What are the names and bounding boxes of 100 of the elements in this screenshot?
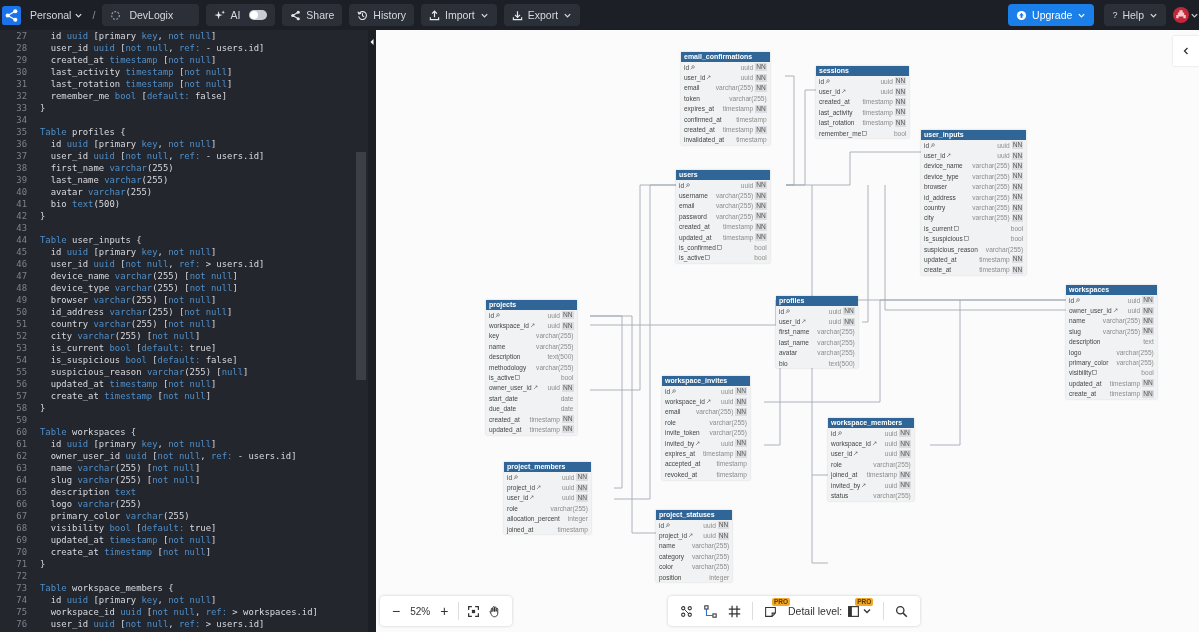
- line-number: 56: [15, 379, 27, 389]
- workspace-menu[interactable]: Personal: [28, 4, 86, 26]
- line-number: 59: [15, 415, 27, 425]
- search-icon[interactable]: [895, 604, 909, 618]
- code-line: device_name varchar(255) [not null]: [49, 271, 238, 281]
- code-line: last_rotation timestamp [not null]: [49, 79, 233, 89]
- code-line: id uuid [primary key, not null]: [49, 31, 217, 41]
- zoom-in-button[interactable]: +: [438, 603, 451, 619]
- breadcrumb-separator: /: [92, 9, 96, 21]
- auto-arrange-icon[interactable]: [680, 604, 693, 618]
- chevron-left-icon: [1181, 46, 1191, 56]
- code-line: is_suspicious bool [default: false]: [49, 355, 238, 365]
- line-number: 28: [15, 43, 27, 53]
- link-icon: [706, 75, 712, 81]
- table-card[interactable]: [662, 376, 750, 480]
- line-number: 46: [15, 259, 27, 269]
- code-line: user_id uuid [not null, ref: - users.id]: [49, 151, 265, 161]
- code-line: bio text(500): [49, 199, 121, 209]
- line-number: 70: [15, 547, 27, 557]
- code-line: Table profiles {: [40, 127, 126, 137]
- line-number: 65: [15, 487, 27, 497]
- line-number: 66: [15, 499, 27, 509]
- code-line: id uuid [primary key, not null]: [49, 595, 217, 605]
- table-card[interactable]: [921, 130, 1027, 276]
- zoom-out-button[interactable]: −: [390, 603, 403, 619]
- link-icon: [688, 533, 694, 539]
- detail-level-menu[interactable]: [847, 604, 873, 618]
- code-line: }: [40, 211, 46, 221]
- line-number: 43: [15, 223, 27, 233]
- link-icon: [841, 89, 847, 95]
- code-line: name varchar(255) [not null]: [49, 463, 201, 473]
- line-number: 34: [15, 115, 27, 125]
- line-number: 75: [15, 607, 27, 617]
- code-line: }: [40, 559, 46, 569]
- table-card[interactable]: [486, 300, 577, 435]
- line-number: 67: [15, 511, 27, 521]
- code-line: user_id uuid [not null, ref: > users.id]: [49, 619, 265, 629]
- sparkle-icon: [214, 9, 226, 21]
- code-line: avatar varchar(255): [49, 187, 153, 197]
- code-line: id uuid [primary key, not null]: [49, 439, 217, 449]
- line-number: 52: [15, 331, 27, 341]
- code-line: user_id uuid [not null, ref: > users.id]: [49, 259, 265, 269]
- ai-toggle[interactable]: [249, 10, 268, 20]
- caret-icon: [862, 606, 873, 616]
- table-icon: [847, 604, 861, 618]
- table-card[interactable]: [1066, 285, 1157, 399]
- code-line: updated_at timestamp [not null]: [49, 379, 217, 389]
- link-icon: [1112, 308, 1118, 314]
- line-number: 44: [15, 235, 27, 245]
- note-icon[interactable]: [764, 604, 777, 618]
- line-number: 39: [15, 175, 27, 185]
- share-button[interactable]: Share: [282, 4, 343, 26]
- export-button[interactable]: Export: [503, 4, 581, 26]
- spinner-icon: [110, 9, 122, 21]
- line-number: 51: [15, 319, 27, 329]
- line-number: 60: [15, 427, 27, 437]
- app-logo-icon[interactable]: [2, 5, 21, 25]
- link-icon: [861, 482, 867, 488]
- line-number: 72: [15, 571, 27, 581]
- help-button[interactable]: ? Help: [1104, 4, 1166, 26]
- code-line: browser varchar(255) [not null]: [49, 295, 217, 305]
- grid-icon[interactable]: [728, 604, 741, 618]
- history-button[interactable]: History: [349, 4, 414, 26]
- import-button[interactable]: Import: [421, 4, 497, 26]
- code-line: last_name varchar(255): [49, 175, 169, 185]
- link-icon: [695, 440, 701, 446]
- line-number: 27: [15, 31, 27, 41]
- line-number: 40: [15, 187, 27, 197]
- link-icon: [532, 385, 538, 391]
- code-line: visibility bool [default: true]: [49, 523, 217, 533]
- key-icon: [930, 142, 936, 148]
- line-number: 74: [15, 595, 27, 605]
- code-line: id_address varchar(255) [not null]: [49, 307, 233, 317]
- avatar-icon: [1173, 7, 1189, 23]
- line-number: 61: [15, 439, 27, 449]
- ai-button[interactable]: AI: [206, 4, 276, 26]
- line-number: 53: [15, 343, 27, 353]
- scrollbar-thumb[interactable]: [356, 152, 366, 380]
- code-line: Table workspaces {: [40, 427, 137, 437]
- note-icon: [1092, 370, 1098, 376]
- code-line: owner_user_id uuid [not null, ref: - users.id]: [49, 451, 297, 461]
- code-line: first_name varchar(255): [49, 163, 174, 173]
- code-line: logo varchar(255): [49, 499, 142, 509]
- line-number: 63: [15, 463, 27, 473]
- connector-icon[interactable]: [704, 604, 717, 618]
- link-icon: [529, 323, 535, 329]
- line-number: 49: [15, 295, 27, 305]
- account-button[interactable]: [1173, 7, 1199, 23]
- key-icon: [1075, 297, 1081, 303]
- project-name-field[interactable]: DevLogix: [102, 4, 200, 26]
- link-icon: [853, 451, 859, 457]
- code-line: suspicious_reason varchar(255) [null]: [49, 367, 249, 377]
- triangle-left-icon: [369, 38, 375, 46]
- code-line: create_at timestamp [not null]: [49, 547, 211, 557]
- line-number: 69: [15, 535, 27, 545]
- code-line: device_type varchar(255) [not null]: [49, 283, 238, 293]
- upgrade-button[interactable]: Upgrade: [1008, 4, 1095, 26]
- fit-view-icon[interactable]: [467, 604, 481, 618]
- detail-level-label: Detail level:: [788, 605, 843, 617]
- line-number: 29: [15, 55, 27, 65]
